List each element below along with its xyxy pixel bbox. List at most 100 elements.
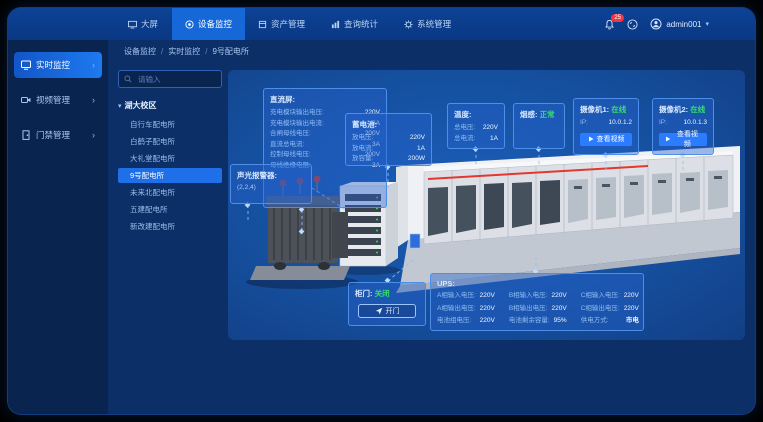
send-icon — [375, 307, 383, 315]
panel-title: 烟感: — [520, 110, 538, 119]
dot-circle-icon — [185, 20, 194, 29]
user-name: admin001 — [666, 20, 701, 29]
row-label: 直流总电流: — [270, 140, 304, 151]
view-video-label: 查看视频 — [597, 134, 625, 144]
chevron-down-icon: ▾ — [705, 20, 709, 28]
chevron-right-icon: › — [92, 130, 95, 140]
row-label: 放电压: — [352, 133, 373, 144]
sidebar-item-realtime-monitoring[interactable]: 实时监控 › — [14, 52, 102, 78]
panel-temperature: 温度: 总电压:220V 总电流:1A — [447, 103, 505, 149]
panel-title: 柜门: — [355, 289, 373, 298]
row-label: 总电压: — [454, 123, 475, 134]
play-icon — [665, 136, 671, 142]
gear-icon — [404, 20, 413, 29]
breadcrumb: 设备监控 / 实时监控 / 9号配电所 — [108, 40, 755, 62]
view-video-button[interactable]: 查看视频 — [659, 133, 707, 146]
row-value: 220V — [480, 291, 495, 302]
breadcrumb-item[interactable]: 设备监控 — [124, 46, 156, 57]
view-video-label: 查看视频 — [674, 129, 701, 149]
breadcrumb-separator: / — [161, 47, 163, 56]
sidebar-item-video-management[interactable]: 视频管理 › — [14, 87, 102, 113]
tree-item-station[interactable]: 白鹤子配电所 — [118, 134, 222, 149]
tab-asset-management[interactable]: 资产管理 — [245, 8, 318, 40]
breadcrumb-item[interactable]: 实时监控 — [168, 46, 200, 57]
smoke-status: 正常 — [540, 110, 555, 119]
panel-title-row: 柜门: 关闭 — [355, 288, 419, 299]
alarm-value: (2,2,4) — [237, 184, 305, 191]
top-navbar: 大屏 设备监控 资产管理 查询统计 系统管理 25 — [8, 8, 755, 40]
row-value: 95% — [554, 316, 567, 327]
camera2-status: 在线 — [690, 105, 705, 114]
tree-item-station[interactable]: 自行车配电所 — [118, 117, 222, 132]
power-mode-value: 市电 — [626, 316, 639, 327]
row-label: 合闸母线电压: — [270, 129, 311, 140]
chevron-right-icon: › — [92, 95, 95, 105]
ups-grid: A相输入电压:220V B相输入电压:220V C相输入电压:220V A相输出… — [437, 291, 637, 327]
tree-search-input[interactable] — [136, 74, 216, 85]
door-status: 关闭 — [375, 289, 390, 298]
door-icon — [21, 130, 31, 140]
ip-label: IP: — [580, 118, 588, 129]
camera1-status: 在线 — [611, 105, 626, 114]
panel-title: 温度: — [454, 109, 498, 120]
sidebar-item-label: 视频管理 — [36, 94, 70, 106]
tree-search-box — [118, 70, 222, 88]
nav-bigscreen-label: 大屏 — [141, 18, 158, 30]
panel-smoke-sensor: 烟感: 正常 — [513, 103, 565, 149]
panel-cabinet-door: 柜门: 关闭 开门 — [348, 282, 426, 326]
sidebar-item-label: 实时监控 — [36, 59, 70, 71]
panel-title-row: 摄像机2: 在线 — [659, 104, 707, 115]
open-door-button[interactable]: 开门 — [358, 304, 416, 318]
tree-item-station[interactable]: 新改建配电所 — [118, 219, 222, 234]
row-label: A相输出电压: — [437, 304, 476, 315]
tree-item-station[interactable]: 大礼堂配电所 — [118, 151, 222, 166]
row-label: B相输出电压: — [509, 304, 548, 315]
row-value: 1A — [490, 134, 498, 145]
open-door-label: 开门 — [386, 306, 400, 316]
tree-item-station-active[interactable]: 9号配电所 — [118, 168, 222, 183]
panel-ups: UPS: A相输入电压:220V B相输入电压:220V C相输入电压:220V… — [430, 273, 644, 331]
row-label: 充电模块输出电流: — [270, 119, 324, 130]
tab-system-management[interactable]: 系统管理 — [391, 8, 464, 40]
main-content: 设备监控 / 实时监控 / 9号配电所 ▾ 湖大校区 自行车配电所 白鹤子配电所… — [108, 40, 755, 414]
row-label: C相输入电压: — [581, 291, 620, 302]
tab-query-statistics[interactable]: 查询统计 — [318, 8, 391, 40]
row-label: 控制母线电压: — [270, 150, 311, 161]
panel-title-row: 烟感: 正常 — [520, 109, 558, 120]
panel-title: 摄像机1: — [580, 105, 609, 114]
tree-item-station[interactable]: 未来北配电所 — [118, 185, 222, 200]
row-value: 220V — [410, 133, 425, 144]
tree-root-node[interactable]: ▾ 湖大校区 — [118, 100, 222, 111]
panel-title: 蓄电池: — [352, 119, 425, 130]
row-value: 220V — [480, 304, 495, 315]
nav-tabs: 设备监控 资产管理 查询统计 系统管理 — [172, 8, 464, 40]
user-avatar-icon — [650, 18, 662, 30]
tree-item-station[interactable]: 五建配电所 — [118, 202, 222, 217]
play-icon — [588, 136, 594, 142]
chevron-right-icon: › — [92, 60, 95, 70]
navbar-right: 25 admin001 ▾ — [604, 18, 709, 30]
fullscreen-icon — [627, 19, 638, 30]
row-label: 供电方式: — [581, 316, 609, 327]
view-video-button[interactable]: 查看视频 — [580, 133, 632, 146]
breadcrumb-separator: / — [205, 47, 207, 56]
tab-label: 系统管理 — [417, 18, 451, 30]
fullscreen-button[interactable] — [627, 19, 638, 30]
row-value: 1A — [417, 144, 425, 155]
row-value: 220V — [624, 291, 639, 302]
tab-device-monitoring[interactable]: 设备监控 — [172, 8, 245, 40]
user-menu[interactable]: admin001 ▾ — [650, 18, 709, 30]
nav-item-bigscreen[interactable]: 大屏 — [120, 8, 166, 40]
notifications-button[interactable]: 25 — [604, 19, 615, 30]
station-tree-panel: ▾ 湖大校区 自行车配电所 白鹤子配电所 大礼堂配电所 9号配电所 未来北配电所… — [118, 70, 222, 354]
row-value: 220V — [624, 304, 639, 315]
tab-label: 资产管理 — [271, 18, 305, 30]
panel-title: 摄像机2: — [659, 105, 688, 114]
room-3d-canvas: 直流屏: 充电模块输出电压:220V 充电模块输出电流:3A 合闸母线电压:20… — [228, 70, 745, 340]
cube-icon — [258, 20, 267, 29]
caret-down-icon: ▾ — [118, 102, 122, 110]
row-value: 220V — [552, 304, 567, 315]
row-label: B相输入电压: — [509, 291, 548, 302]
breadcrumb-item[interactable]: 9号配电所 — [212, 46, 248, 57]
sidebar-item-access-control[interactable]: 门禁管理 › — [14, 122, 102, 148]
